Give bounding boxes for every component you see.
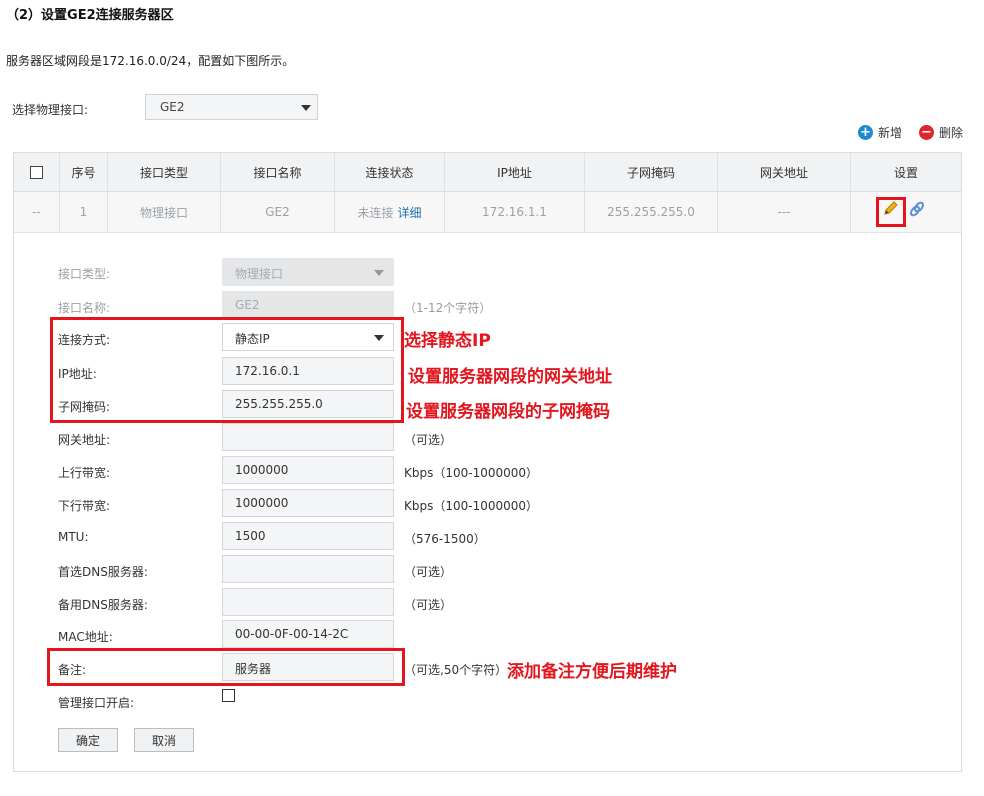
- row-mask: 255.255.255.0: [585, 192, 718, 232]
- form-panel-bottom-border: [13, 771, 962, 772]
- table-header: 序号 接口类型 接口名称 连接状态 IP地址 子网掩码 网关地址 设置: [14, 153, 961, 192]
- annotation-static-ip: 选择静态IP: [404, 331, 491, 351]
- downstream-hint: Kbps（100-1000000）: [404, 499, 539, 513]
- header-status: 连接状态: [335, 153, 445, 191]
- interface-type-label: 接口类型:: [58, 267, 111, 281]
- header-gateway: 网关地址: [718, 153, 851, 191]
- row-gateway: ---: [718, 192, 851, 232]
- chevron-down-icon: [301, 105, 311, 111]
- row-status: 未连接: [357, 205, 394, 220]
- physical-interface-label: 选择物理接口:: [12, 103, 89, 117]
- plus-circle-icon: +: [858, 125, 873, 140]
- downstream-input[interactable]: 1000000: [222, 489, 394, 517]
- table-row: -- 1 物理接口 GE2 未连接 详细 172.16.1.1 255.255.…: [14, 192, 961, 233]
- remark-hint: （可选,50个字符）: [404, 663, 508, 677]
- row-name: GE2: [221, 192, 335, 232]
- secondary-dns-label: 备用DNS服务器:: [58, 598, 148, 612]
- gateway-label: 网关地址:: [58, 433, 111, 447]
- remark-highlight-box: [47, 648, 405, 686]
- upstream-label: 上行带宽:: [58, 466, 111, 480]
- mtu-value: 1500: [235, 529, 266, 543]
- section-heading: （2）设置GE2连接服务器区: [6, 8, 174, 23]
- interface-name-value: GE2: [235, 298, 260, 312]
- annotation-mask: 设置服务器网段的子网掩码: [406, 402, 610, 422]
- delete-button-label: 删除: [939, 126, 964, 140]
- gateway-input[interactable]: [222, 423, 394, 451]
- row-index: 1: [60, 192, 108, 232]
- intro-text: 服务器区域网段是172.16.0.0/24，配置如下图所示。: [6, 54, 295, 68]
- upstream-input[interactable]: 1000000: [222, 456, 394, 484]
- management-checkbox[interactable]: [222, 689, 235, 702]
- row-ip: 172.16.1.1: [445, 192, 585, 232]
- link-toggle-button[interactable]: [908, 200, 926, 221]
- edit-highlight-box: [876, 197, 906, 227]
- annotation-gateway: 设置服务器网段的网关地址: [408, 367, 612, 387]
- interface-name-input: GE2: [222, 291, 394, 319]
- mac-input[interactable]: 00-00-0F-00-14-2C: [222, 620, 394, 648]
- annotation-remark: 添加备注方便后期维护: [507, 662, 677, 682]
- row-type: 物理接口: [108, 192, 221, 232]
- link-icon: [910, 201, 924, 217]
- header-name: 接口名称: [221, 153, 335, 191]
- secondary-dns-input[interactable]: [222, 588, 394, 616]
- interface-table: 序号 接口类型 接口名称 连接状态 IP地址 子网掩码 网关地址 设置 -- 1…: [13, 152, 962, 233]
- add-button[interactable]: + 新增: [858, 124, 902, 141]
- mtu-input[interactable]: 1500: [222, 522, 394, 550]
- static-ip-highlight-box: [50, 317, 404, 423]
- interface-type-value: 物理接口: [235, 267, 284, 281]
- downstream-label: 下行带宽:: [58, 499, 111, 513]
- chevron-down-icon: [374, 270, 384, 276]
- upstream-hint: Kbps（100-1000000）: [404, 466, 539, 480]
- interface-name-label: 接口名称:: [58, 301, 111, 315]
- form-panel-left-border: [13, 231, 14, 771]
- header-type: 接口类型: [108, 153, 221, 191]
- mtu-hint: （576-1500）: [404, 532, 486, 546]
- primary-dns-label: 首选DNS服务器:: [58, 565, 148, 579]
- management-label: 管理接口开启:: [58, 696, 135, 710]
- header-ip: IP地址: [445, 153, 585, 191]
- row-settings: [851, 192, 961, 232]
- select-all-checkbox[interactable]: [30, 165, 43, 179]
- header-index: 序号: [60, 153, 108, 191]
- mac-label: MAC地址:: [58, 630, 113, 644]
- add-button-label: 新增: [878, 126, 903, 140]
- interface-name-hint: （1-12个字符）: [404, 301, 492, 315]
- select-all-cell: [14, 153, 60, 191]
- physical-interface-select[interactable]: GE2: [145, 94, 318, 120]
- ok-button[interactable]: 确定: [58, 728, 118, 752]
- gateway-hint: （可选）: [404, 433, 453, 447]
- row-checkbox-placeholder: --: [14, 192, 60, 232]
- form-panel-right-border: [961, 231, 962, 771]
- mac-value: 00-00-0F-00-14-2C: [235, 627, 349, 641]
- secondary-dns-hint: （可选）: [404, 598, 453, 612]
- primary-dns-input[interactable]: [222, 555, 394, 583]
- interface-type-select: 物理接口: [222, 258, 394, 286]
- primary-dns-hint: （可选）: [404, 565, 453, 579]
- downstream-value: 1000000: [235, 496, 289, 510]
- status-detail-link[interactable]: 详细: [398, 204, 422, 221]
- header-mask: 子网掩码: [585, 153, 718, 191]
- physical-interface-value: GE2: [160, 100, 185, 114]
- minus-circle-icon: −: [919, 125, 934, 140]
- header-settings: 设置: [893, 165, 918, 180]
- upstream-value: 1000000: [235, 463, 289, 477]
- mtu-label: MTU:: [58, 530, 89, 544]
- cancel-button[interactable]: 取消: [134, 728, 194, 752]
- row-status-cell: 未连接 详细: [335, 192, 445, 232]
- delete-button[interactable]: − 删除: [919, 124, 963, 141]
